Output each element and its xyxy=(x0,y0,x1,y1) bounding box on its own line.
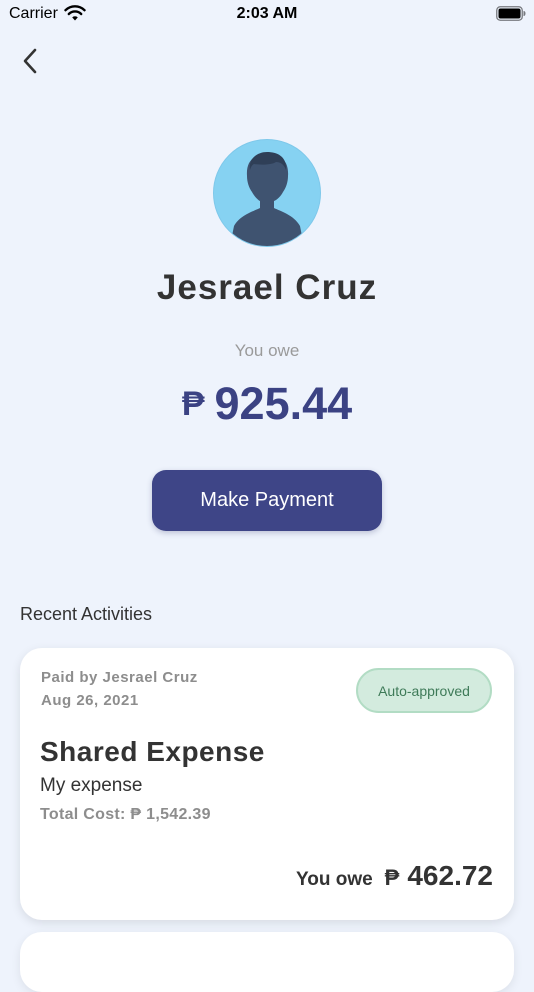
avatar xyxy=(213,139,321,247)
clock: 2:03 AM xyxy=(236,5,298,22)
recent-activities-title: Recent Activities xyxy=(20,604,153,624)
activity-owe-amount: ₱ 462.72 xyxy=(385,860,493,892)
status-bar: Carrier 2:03 AM xyxy=(0,0,534,28)
activity-title: Shared Expense xyxy=(40,736,265,767)
chevron-left-icon xyxy=(22,47,38,80)
paid-by-label: Paid by Jesrael Cruz xyxy=(41,669,198,686)
activity-owe-label: You owe xyxy=(295,869,373,890)
activity-date: Aug 26, 2021 xyxy=(41,692,139,709)
activity-owe-row: You owe ₱ 462.72 xyxy=(296,860,493,892)
activity-description: My expense xyxy=(40,775,143,796)
owed-amount: ₱ 925.44 xyxy=(0,378,534,430)
total-cost: Total Cost: ₱ 1,542.39 xyxy=(40,806,211,823)
battery-icon xyxy=(496,6,526,21)
contact-name: Jesrael Cruz xyxy=(156,268,378,307)
currency-symbol: ₱ xyxy=(181,385,205,423)
activity-card[interactable]: Paid by Jesrael Cruz Aug 26, 2021 Auto-a… xyxy=(20,648,514,920)
activity-owe-value: 462.72 xyxy=(407,860,493,891)
activity-card-partial[interactable] xyxy=(20,932,514,992)
status-badge: Auto-approved xyxy=(356,668,492,713)
owe-label: You owe xyxy=(234,341,300,360)
owed-amount-value: 925.44 xyxy=(214,378,353,429)
make-payment-button[interactable]: Make Payment xyxy=(152,470,382,531)
activity-currency-symbol: ₱ xyxy=(384,865,400,890)
person-silhouette-icon xyxy=(214,152,320,246)
back-button[interactable] xyxy=(16,46,44,80)
